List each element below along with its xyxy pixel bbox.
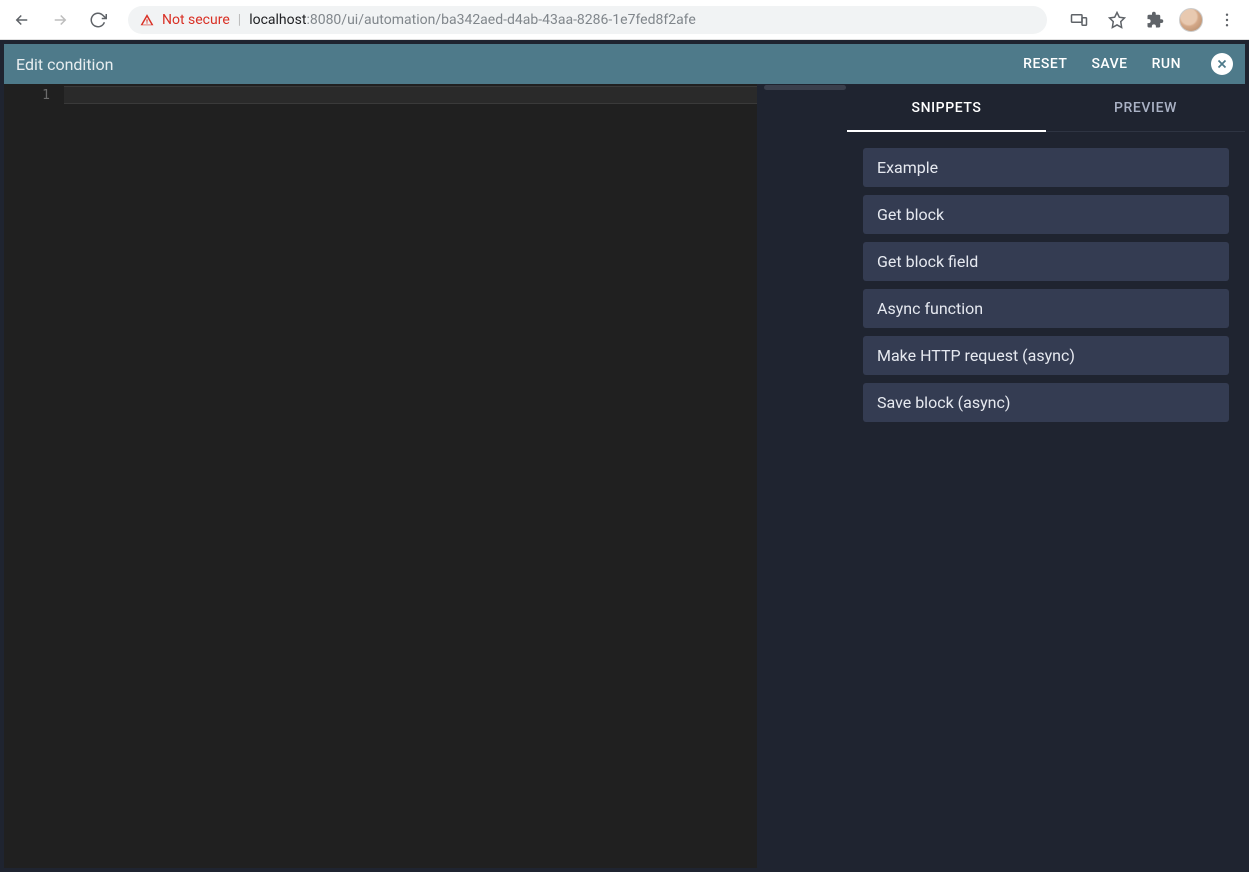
close-icon <box>1215 57 1229 71</box>
snippet-list: Example Get block Get block field Async … <box>847 132 1245 438</box>
snippet-item[interactable]: Async function <box>863 289 1229 328</box>
app-content: 1 SNIPPETS PREVIEW Example Get block Get… <box>4 84 1245 868</box>
editor-gutter: 1 <box>4 84 64 868</box>
snippet-item[interactable]: Get block <box>863 195 1229 234</box>
snippet-item[interactable]: Example <box>863 148 1229 187</box>
not-secure-label: Not secure <box>162 12 230 28</box>
snippet-item[interactable]: Make HTTP request (async) <box>863 336 1229 375</box>
snippet-item[interactable]: Get block field <box>863 242 1229 281</box>
browser-chrome: Not secure | localhost:8080/ui/automatio… <box>0 0 1249 40</box>
code-editor: 1 <box>4 84 847 868</box>
side-panel-tabs: SNIPPETS PREVIEW <box>847 84 1245 132</box>
extensions-icon[interactable] <box>1141 6 1169 34</box>
kebab-menu-icon[interactable] <box>1213 6 1241 34</box>
close-button[interactable] <box>1211 53 1233 75</box>
url-bar[interactable]: Not secure | localhost:8080/ui/automatio… <box>128 6 1047 34</box>
device-toolbar-icon[interactable] <box>1065 6 1093 34</box>
app-body: Edit condition RESET SAVE RUN 1 SNIPPETS <box>0 40 1249 872</box>
code-area[interactable] <box>64 84 757 868</box>
reload-button[interactable] <box>84 6 112 34</box>
reset-button[interactable]: RESET <box>1023 56 1067 72</box>
url-separator: | <box>238 12 241 28</box>
save-button[interactable]: SAVE <box>1091 56 1127 72</box>
header-actions: RESET SAVE RUN <box>1023 53 1233 75</box>
bookmark-star-icon[interactable] <box>1103 6 1131 34</box>
url-text: localhost:8080/ui/automation/ba342aed-d4… <box>249 12 696 28</box>
scrollbar-thumb[interactable] <box>764 85 846 90</box>
back-button[interactable] <box>8 6 36 34</box>
app-header: Edit condition RESET SAVE RUN <box>4 44 1245 84</box>
forward-button[interactable] <box>46 6 74 34</box>
line-number: 1 <box>4 88 50 103</box>
snippet-item[interactable]: Save block (async) <box>863 383 1229 422</box>
editor-minimap-gap <box>757 84 847 868</box>
run-button[interactable]: RUN <box>1152 56 1181 72</box>
tab-snippets[interactable]: SNIPPETS <box>847 84 1046 131</box>
tab-preview[interactable]: PREVIEW <box>1046 84 1245 131</box>
profile-avatar[interactable] <box>1179 8 1203 32</box>
code-input[interactable] <box>64 84 757 868</box>
side-panel: SNIPPETS PREVIEW Example Get block Get b… <box>847 84 1245 868</box>
warning-icon <box>140 13 154 27</box>
page-title: Edit condition <box>16 55 1023 74</box>
